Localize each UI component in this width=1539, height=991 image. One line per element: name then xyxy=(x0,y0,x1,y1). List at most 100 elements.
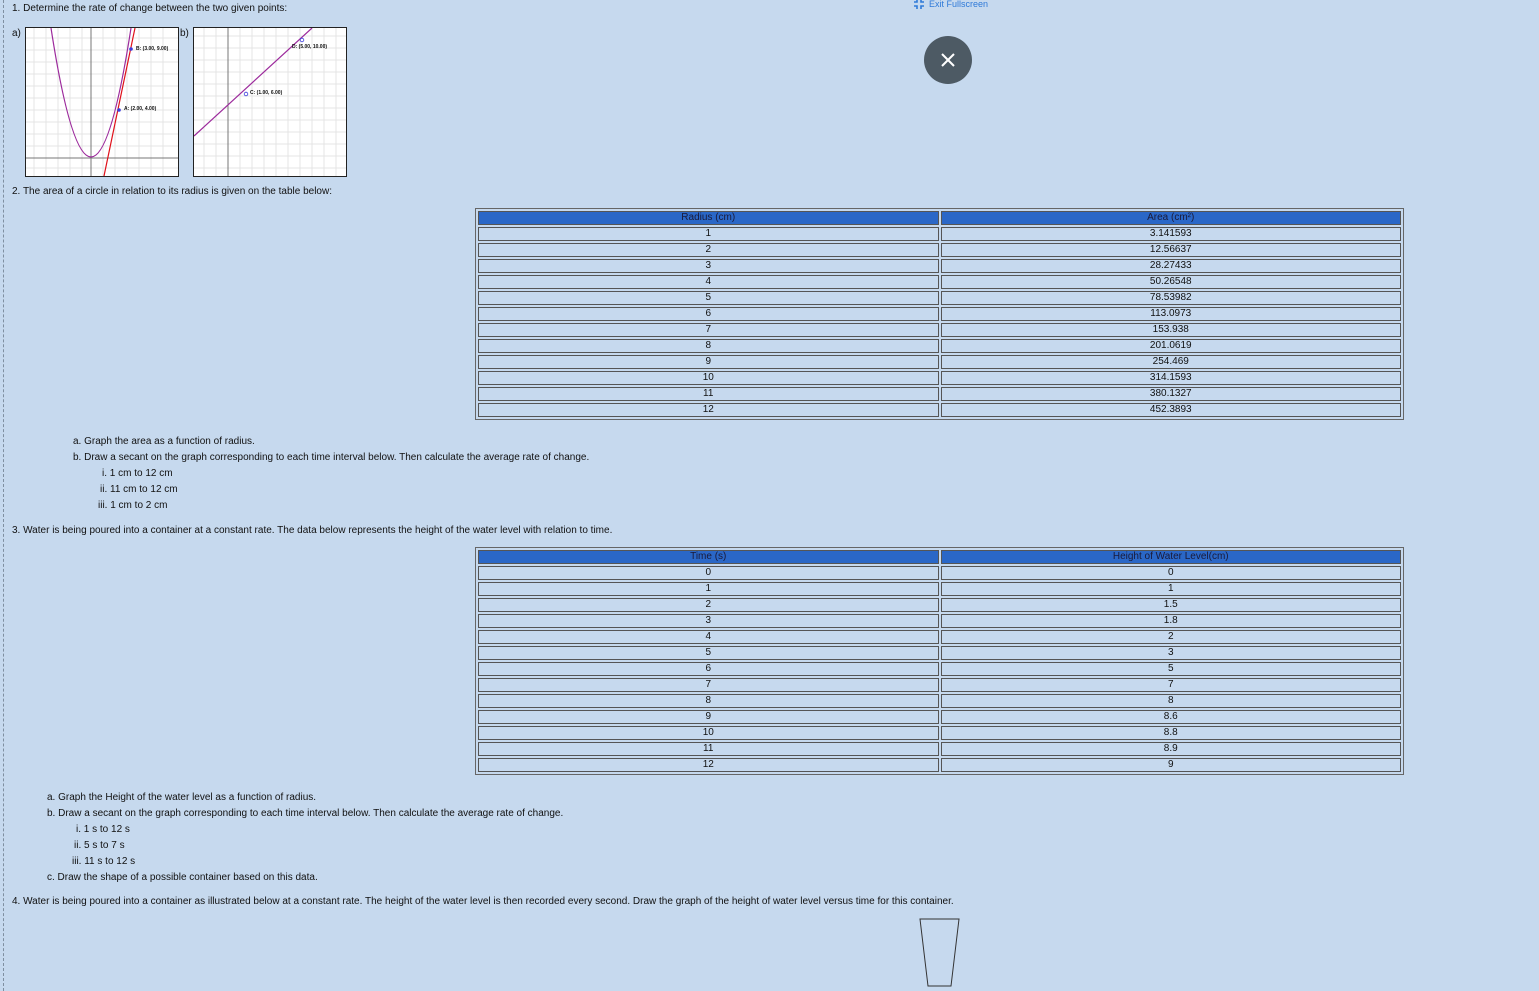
table-cell: 3 xyxy=(478,259,939,273)
table-cell: 10 xyxy=(478,726,939,740)
table-row: 5 78.53982 xyxy=(478,291,1401,305)
table-cell: 8.8 xyxy=(940,726,1401,740)
q2-sub-b: b. Draw a secant on the graph correspond… xyxy=(73,452,590,463)
table-cell: 452.3893 xyxy=(940,403,1401,417)
table-cell: 5 xyxy=(478,291,939,305)
graph-a-point-b xyxy=(129,47,133,51)
table-row: 1 3.141593 xyxy=(478,227,1401,241)
table-row: 6 113.0973 xyxy=(478,307,1401,321)
q3-sub-b-i: i. 1 s to 12 s xyxy=(76,824,130,835)
close-button[interactable] xyxy=(924,36,972,84)
table-cell: 153.938 xyxy=(940,323,1401,337)
point-b-label: B: (3.00, 9.00) xyxy=(136,46,169,52)
table-cell: 1 xyxy=(478,582,939,596)
table-cell: 6 xyxy=(478,662,939,676)
table-cell: 11 xyxy=(478,387,939,401)
table-cell: 5 xyxy=(940,662,1401,676)
column-header: Height of Water Level(cm) xyxy=(940,550,1401,564)
table-row: 4 50.26548 xyxy=(478,275,1401,289)
graph-b: C: (1.00, 6.00) D: (5.00, 10.00) xyxy=(193,27,347,177)
q1-label-a: a) xyxy=(12,28,21,39)
table-header-row: Radius (cm) Area (cm²) xyxy=(478,211,1401,225)
table-cell: 2 xyxy=(940,630,1401,644)
area-table: Radius (cm) Area (cm²) 1 3.141593 2 12.566… xyxy=(475,208,1404,420)
table-row: 88 xyxy=(478,694,1401,708)
graph-b-point-c xyxy=(243,91,249,97)
column-header: Time (s) xyxy=(478,550,939,564)
table-cell: 254.469 xyxy=(940,355,1401,369)
table-header-row: Time (s) Height of Water Level(cm) xyxy=(478,550,1401,564)
table-row: 11 380.1327 xyxy=(478,387,1401,401)
table-cell: 28.27433 xyxy=(940,259,1401,273)
table-cell: 12 xyxy=(478,403,939,417)
column-header: Area (cm²) xyxy=(940,211,1401,225)
exit-fullscreen-label: Exit Fullscreen xyxy=(929,0,989,9)
graph-a-point-a xyxy=(117,108,121,112)
table-row: 9 8.6 xyxy=(478,710,1401,724)
table-row: 12 9 xyxy=(478,758,1401,772)
table-cell: 1 xyxy=(940,582,1401,596)
table-row: 9 254.469 xyxy=(478,355,1401,369)
q2-sub-a: a. Graph the area as a function of radiu… xyxy=(73,436,255,447)
q3-sub-a: a. Graph the Height of the water level a… xyxy=(47,792,317,803)
table-cell: 4 xyxy=(478,275,939,289)
table-cell: 78.53982 xyxy=(940,291,1401,305)
table-cell: 0 xyxy=(478,566,939,580)
q3-sub-c: c. Draw the shape of a possible containe… xyxy=(47,872,318,883)
point-a-label: A: (2.00, 4.00) xyxy=(124,106,157,112)
q1-label-b: b) xyxy=(180,28,189,39)
table-cell: 12 xyxy=(478,758,939,772)
table-cell: 8.6 xyxy=(940,710,1401,724)
q2-prompt: 2. The area of a circle in relation to i… xyxy=(12,186,332,197)
page-left-border xyxy=(3,0,4,991)
q1-prompt: 1. Determine the rate of change between … xyxy=(12,3,288,14)
table-cell: 3 xyxy=(478,614,939,628)
table-cell: 3 xyxy=(940,646,1401,660)
table-cell: 11 xyxy=(478,742,939,756)
table-cell: 201.0619 xyxy=(940,339,1401,353)
close-icon xyxy=(941,53,955,67)
graph-a: A: (2.00, 4.00) B: (3.00, 9.00) xyxy=(25,27,179,177)
table-row: 12 452.3893 xyxy=(478,403,1401,417)
q2-sub-b-i: i. 1 cm to 12 cm xyxy=(102,468,173,479)
q2-sub-b-ii: ii. 11 cm to 12 cm xyxy=(100,484,178,495)
table-row: 65 xyxy=(478,662,1401,676)
column-header: Radius (cm) xyxy=(478,211,939,225)
q2-sub-b-iii: iii. 1 cm to 2 cm xyxy=(98,500,168,511)
table-cell: 9 xyxy=(478,710,939,724)
table-row: 00 xyxy=(478,566,1401,580)
table-cell: 314.1593 xyxy=(940,371,1401,385)
table-cell: 9 xyxy=(478,355,939,369)
table-row: 10 314.1593 xyxy=(478,371,1401,385)
exit-fullscreen-button[interactable]: Exit Fullscreen xyxy=(913,0,988,10)
table-row: 7 153.938 xyxy=(478,323,1401,337)
table-cell: 7 xyxy=(478,323,939,337)
table-row: 10 8.8 xyxy=(478,726,1401,740)
table-cell: 3.141593 xyxy=(940,227,1401,241)
table-cell: 1 xyxy=(478,227,939,241)
table-cell: 7 xyxy=(478,678,939,692)
table-cell: 5 xyxy=(478,646,939,660)
table-row: 3 1.8 xyxy=(478,614,1401,628)
table-row: 8 201.0619 xyxy=(478,339,1401,353)
table-cell: 8 xyxy=(478,694,939,708)
table-cell: 2 xyxy=(478,598,939,612)
table-cell: 2 xyxy=(478,243,939,257)
graph-b-canvas xyxy=(194,28,346,176)
table-cell: 12.56637 xyxy=(940,243,1401,257)
table-cell: 7 xyxy=(940,678,1401,692)
table-row: 11 xyxy=(478,582,1401,596)
table-row: 77 xyxy=(478,678,1401,692)
graph-b-point-d xyxy=(299,37,305,43)
table-row: 2 12.56637 xyxy=(478,243,1401,257)
table-cell: 10 xyxy=(478,371,939,385)
point-d-label: D: (5.00, 10.00) xyxy=(292,44,328,50)
table-cell: 380.1327 xyxy=(940,387,1401,401)
q3-prompt: 3. Water is being poured into a containe… xyxy=(12,525,613,536)
table-row: 3 28.27433 xyxy=(478,259,1401,273)
q4-prompt: 4. Water is being poured into a containe… xyxy=(12,896,954,907)
table-row: 11 8.9 xyxy=(478,742,1401,756)
table-cell: 8 xyxy=(940,694,1401,708)
table-cell: 8.9 xyxy=(940,742,1401,756)
table-cell: 50.26548 xyxy=(940,275,1401,289)
